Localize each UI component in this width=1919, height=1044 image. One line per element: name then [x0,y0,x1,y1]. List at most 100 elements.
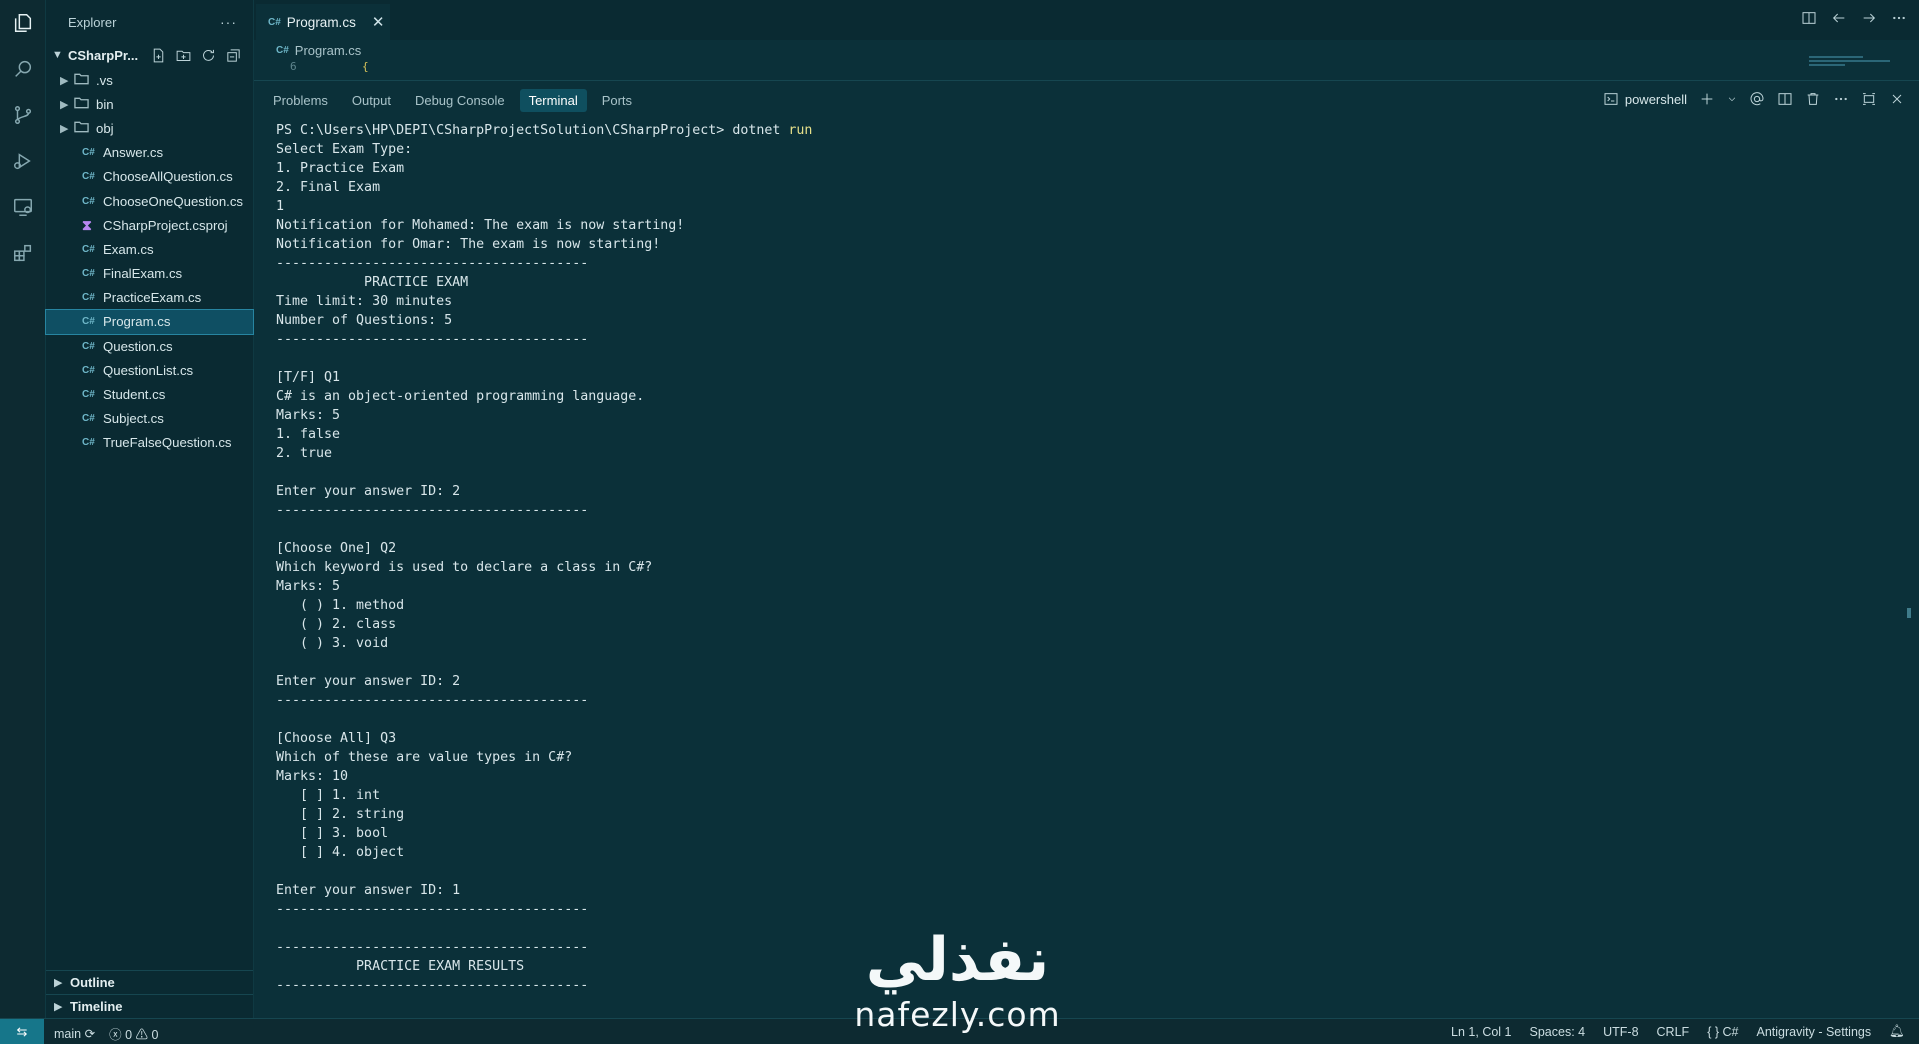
indentation[interactable]: Spaces: 4 [1530,1025,1586,1039]
chevron-right-icon: ▶ [60,98,69,111]
tab-debug-console[interactable]: Debug Console [406,89,514,112]
new-folder-icon[interactable] [175,47,192,64]
terminal-line: Marks: 5 [276,579,341,594]
end-of-line[interactable]: CRLF [1657,1025,1690,1039]
tree-file[interactable]: C# ChooseAllQuestion.cs [46,165,253,189]
visual-studio-project-icon: ⧗ [82,216,92,233]
more-icon[interactable] [1833,91,1849,107]
watermark-arabic: نفذلي [865,925,1050,995]
close-icon[interactable]: ✕ [372,13,385,31]
search-activity[interactable] [0,46,46,92]
csharp-file-icon: C# [82,147,95,159]
terminal-output[interactable]: PS C:\Users\HP\DEPI\CSharpProjectSolutio… [276,121,812,995]
terminal-prompt-line: PS C:\Users\HP\DEPI\CSharpProjectSolutio… [276,121,812,140]
branch-indicator[interactable]: main ⟳ [54,1026,95,1041]
remote-explorer-activity[interactable] [0,184,46,230]
timeline-section[interactable]: ▶ Timeline [46,994,253,1018]
refresh-icon[interactable] [200,47,217,64]
breadcrumb[interactable]: C# Program.cs [276,40,361,60]
bell-icon[interactable]: 🔔︎ [1889,1024,1905,1039]
more-actions-button[interactable]: ··· [220,14,237,30]
tab-problems[interactable]: Problems [264,89,337,112]
close-icon[interactable] [1889,91,1905,107]
split-terminal-icon[interactable] [1777,91,1793,107]
tab-terminal[interactable]: Terminal [519,89,587,112]
source-control-activity[interactable] [0,92,46,138]
timeline-label: Timeline [70,999,123,1014]
activity-bar [0,0,46,1018]
panel-actions: powershell [1603,91,1905,107]
csharp-file-icon: C# [82,292,95,304]
trash-icon[interactable] [1805,91,1821,107]
panel-tabs: Problems Output Debug Console Terminal P… [264,89,641,112]
branch-name: main [54,1027,82,1041]
tree-file[interactable]: C# ChooseOneQuestion.cs [46,189,253,213]
run-debug-activity[interactable] [0,138,46,184]
shell-name: powershell [1624,91,1687,107]
chevron-down-icon[interactable] [1727,91,1737,107]
terminal-shell-selector[interactable]: powershell [1603,91,1687,107]
tab-ports[interactable]: Ports [593,89,641,112]
terminal-line: --------------------------------------- [276,256,589,271]
tree-folder[interactable]: ▶ .vs [46,68,253,92]
outline-section[interactable]: ▶ Outline [46,970,253,994]
arrow-left-icon[interactable] [1831,10,1847,26]
tree-file[interactable]: C# Question.cs [46,334,253,358]
tree-folder[interactable]: ▶ bin [46,92,253,116]
tree-file[interactable]: C# Answer.cs [46,141,253,165]
tree-file[interactable]: C# QuestionList.cs [46,358,253,382]
breadcrumb-file: Program.cs [294,42,362,58]
minimap[interactable] [1809,56,1899,70]
csharp-file-icon: C# [82,364,95,376]
problems-indicator[interactable]: ⓧ 0 ⚠ 0 [109,1024,158,1043]
folder-icon [74,97,96,112]
tree-item-label: CSharpProject.csproj [103,217,228,233]
tab-output[interactable]: Output [343,89,400,112]
tree-file[interactable]: C# FinalExam.cs [46,262,253,286]
at-icon[interactable] [1749,91,1765,107]
tree-file[interactable]: C# Subject.cs [46,407,253,431]
terminal-panel: Problems Output Debug Console Terminal P… [254,80,1919,1018]
tree-item-label: Student.cs [103,387,166,403]
tree-file[interactable]: C# TrueFalseQuestion.cs [46,431,253,455]
split-editor-icon[interactable] [1801,10,1817,26]
tree-item-label: Subject.cs [103,411,164,427]
remote-indicator[interactable]: ⇆ [0,1019,44,1044]
cursor-position[interactable]: Ln 1, Col 1 [1451,1025,1511,1039]
terminal-line: Which keyword is used to declare a class… [276,560,653,575]
tree-file[interactable]: ⧗ CSharpProject.csproj [46,213,253,237]
maximize-panel-icon[interactable] [1861,91,1877,107]
tree-file[interactable]: C# PracticeExam.cs [46,286,253,310]
extra-status[interactable]: Antigravity - Settings [1756,1025,1871,1039]
terminal-line: C# is an object-oriented programming lan… [276,389,645,404]
plus-icon[interactable] [1699,91,1715,107]
collapse-all-icon[interactable] [225,47,242,64]
tree-file[interactable]: C# Exam.cs [46,237,253,261]
tree-folder[interactable]: ▶ obj [46,116,253,140]
new-file-icon[interactable] [150,47,167,64]
arrow-right-icon[interactable] [1861,10,1877,26]
tree-file[interactable]: C# Student.cs [46,382,253,406]
encoding[interactable]: UTF-8 [1603,1025,1638,1039]
chevron-right-icon: ▶ [54,1001,63,1013]
tab-program-cs[interactable]: C# Program.cs ✕ [256,4,390,40]
terminal-line: Time limit: 30 minutes [276,294,453,309]
project-root[interactable]: ▼ CSharpPr... [46,44,253,66]
language-mode[interactable]: { } C# [1707,1025,1738,1039]
terminal-icon [1604,93,1618,105]
csharp-file-icon: C# [82,316,95,328]
csharp-file-icon: C# [82,268,95,280]
scrollbar[interactable] [1907,608,1911,618]
explorer-activity[interactable] [0,0,46,46]
more-icon[interactable] [1891,10,1907,26]
terminal-line: Enter your answer ID: 2 [276,674,461,689]
run-debug-icon [14,153,31,170]
file-tree: ▶ .vs ▶ bin ▶ obj C# Answer.cs C# ChooseAllQuesti… [45,68,254,455]
extensions-activity[interactable] [0,230,46,276]
terminal-line: Marks: 10 [276,769,349,784]
tree-file[interactable]: C# Program.cs [45,308,254,336]
terminal-line: Notification for Mohamed: The exam is no… [276,218,685,233]
chevron-right-icon: ▶ [60,122,69,135]
